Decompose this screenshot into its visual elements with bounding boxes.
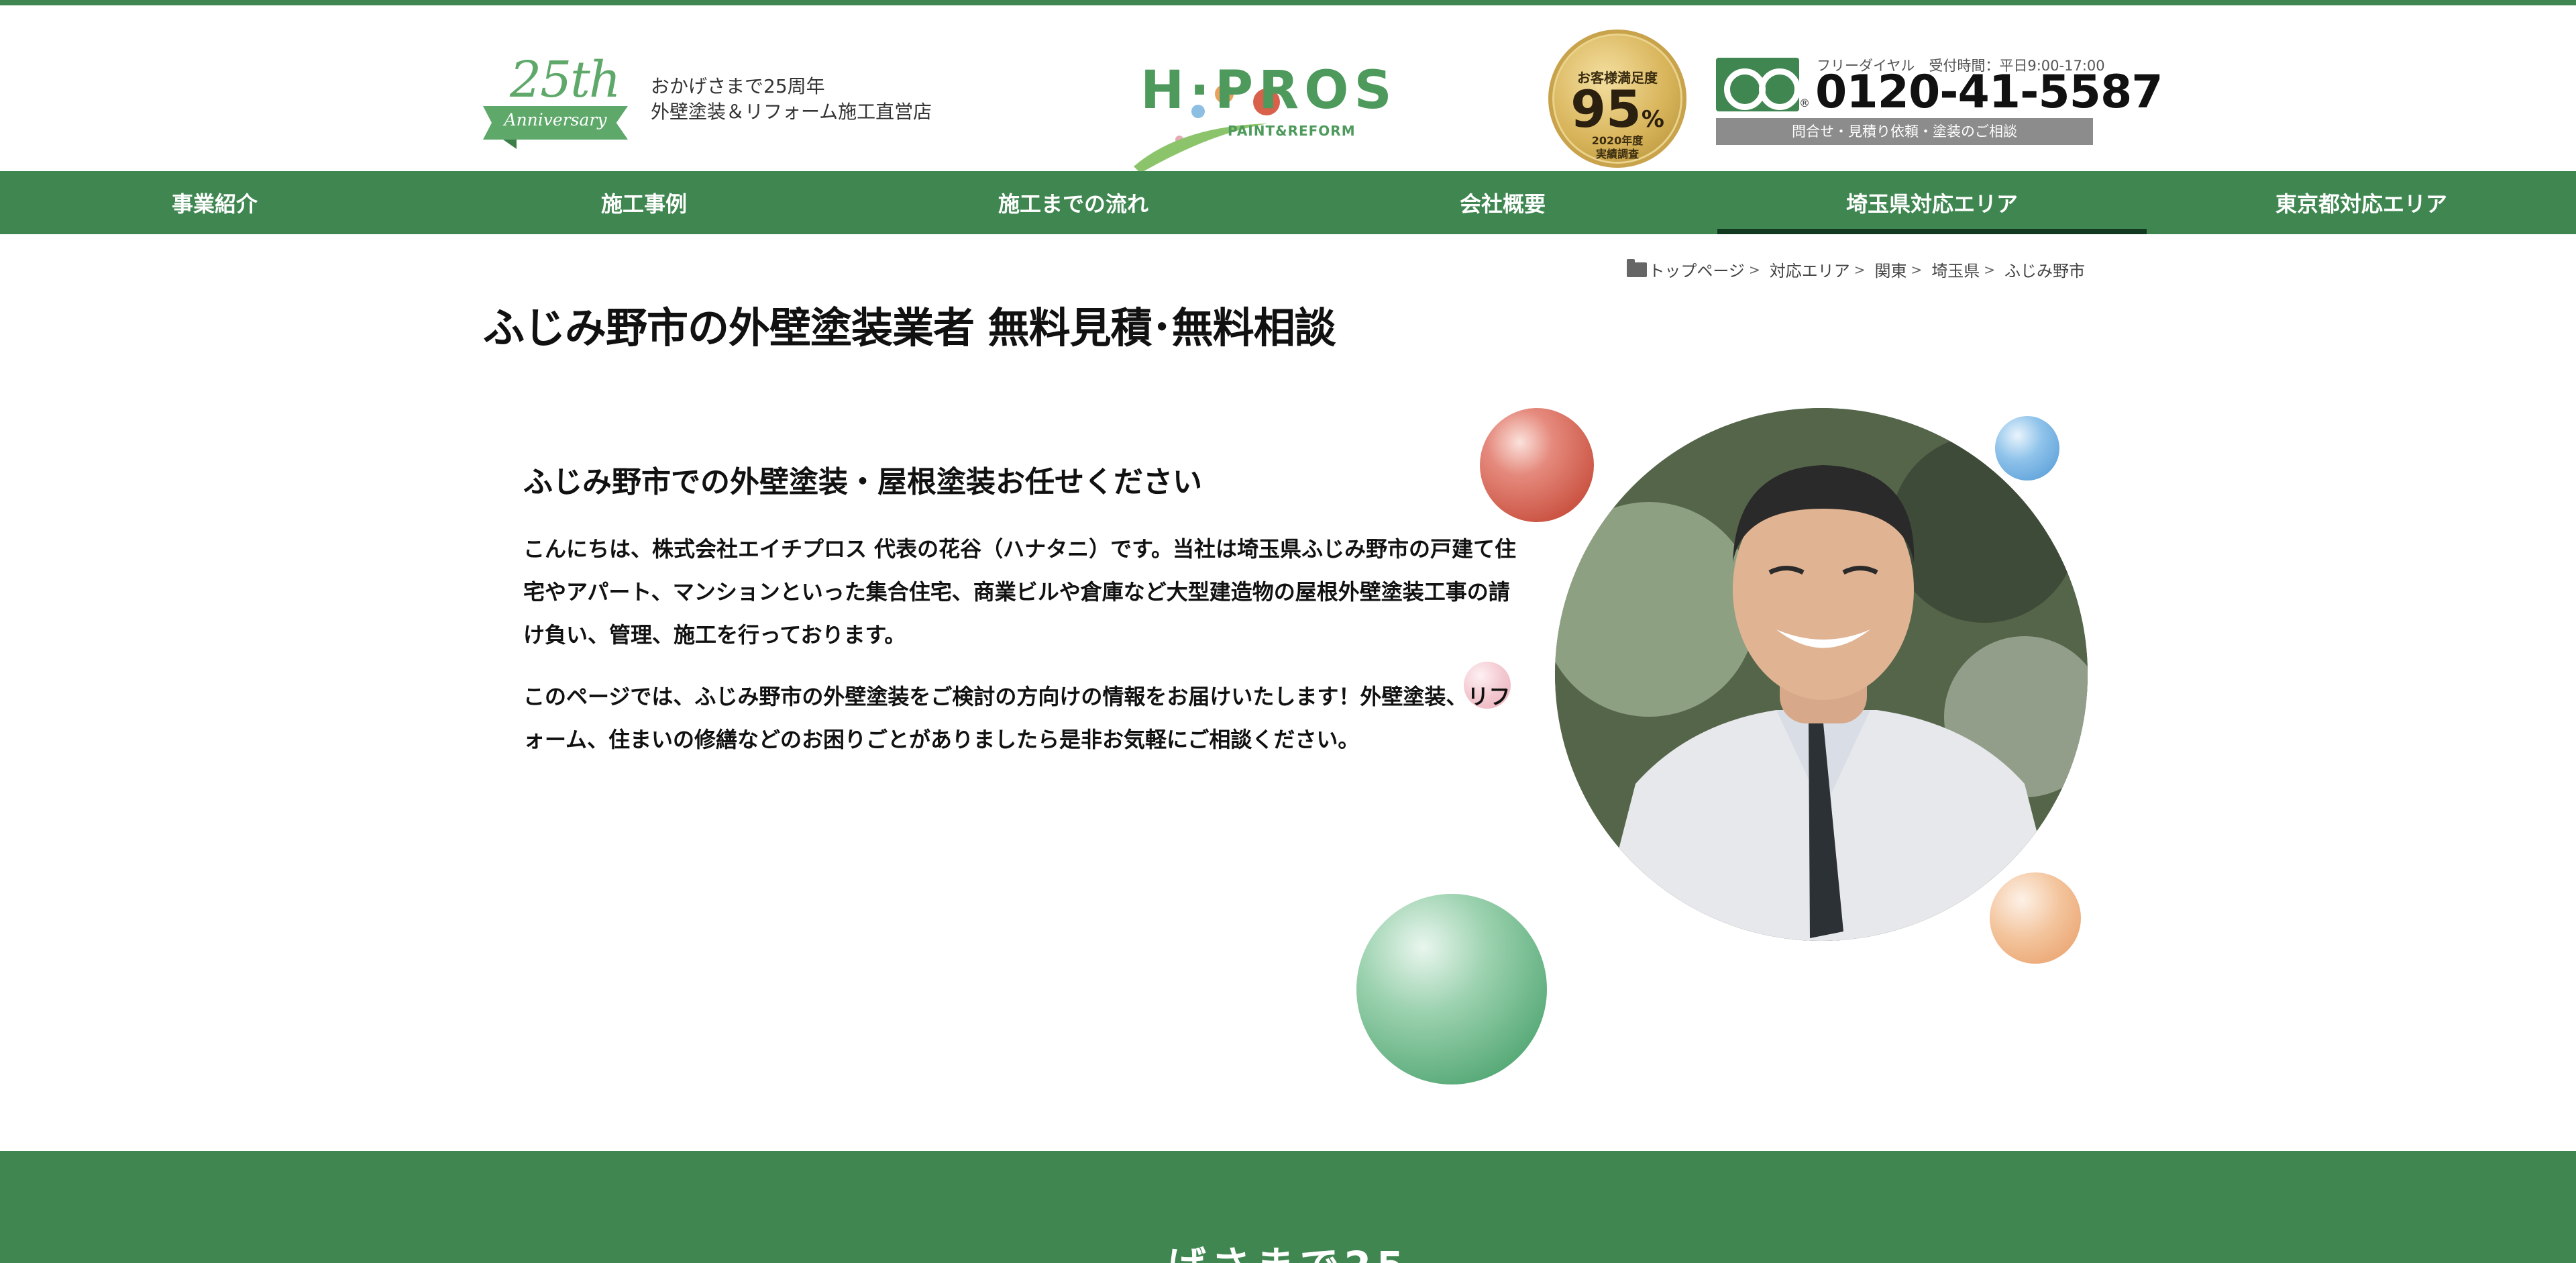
- nav-item-works[interactable]: 施工事例: [429, 171, 859, 234]
- band-heading-partial: げさまで25: [0, 1234, 2576, 1263]
- breadcrumb-top[interactable]: トップページ: [1648, 258, 1745, 281]
- decorative-green-bubble: [1356, 894, 1547, 1084]
- anniversary-ribbon-tail: [503, 140, 517, 149]
- intro-paragraph-2: このページでは、ふじみ野市の外壁塗装をご検討の方向けの情報をお届けいたします！外…: [523, 684, 1511, 752]
- phone-number[interactable]: 0120-41-5587: [1815, 66, 2163, 119]
- logo-subtext: PAINT&REFORM: [1228, 123, 1356, 139]
- folder-icon: [1627, 258, 1648, 277]
- breadcrumb-area[interactable]: 対応エリア: [1770, 258, 1850, 281]
- badge-footnote: 2020年度 実績調査: [1591, 134, 1644, 160]
- nav-item-tokyo-area[interactable]: 東京都対応エリア: [2147, 171, 2576, 234]
- tagline-line-1: おかげさまで25周年: [651, 75, 825, 97]
- site-header: 25th Anniversary おかげさまで25周年 外壁塗装＆リフォーム施工…: [0, 5, 2576, 173]
- decorative-orange-bubble: [1990, 872, 2081, 964]
- anniversary-word: Anniversary: [504, 110, 607, 130]
- intro-heading: ふじみ野市での外壁塗装・屋根塗装お任せください: [523, 465, 1202, 499]
- header-tagline: おかげさまで25周年 外壁塗装＆リフォーム施工直営店: [651, 74, 932, 125]
- intro-paragraph-1: こんにちは、株式会社エイチプロス 代表の花谷（ハナタニ）です。当社は埼玉県ふじみ…: [523, 536, 1516, 648]
- top-accent-line: [0, 0, 2576, 5]
- badge-value: 95%: [1570, 79, 1664, 139]
- satisfaction-badge: お客様満足度 95% 2020年度 実績調査: [1548, 30, 1686, 168]
- tagline-line-2: 外壁塗装＆リフォーム施工直営店: [651, 101, 932, 123]
- free-dial-icon: [1716, 58, 1801, 111]
- decorative-red-bubble: [1480, 408, 1594, 522]
- free-dial-contact[interactable]: ® フリーダイヤル 受付時間：平日9:00-17:00 0120-41-5587…: [1716, 52, 2163, 146]
- portrait-illustration: [1555, 408, 2088, 941]
- free-dial-registered-mark: ®: [1799, 97, 1810, 109]
- nav-item-business[interactable]: 事業紹介: [0, 171, 429, 234]
- breadcrumb-current: ふじみ野市: [2004, 262, 2085, 281]
- page-title: ふじみ野市の外壁塗装業者 無料見積･無料相談: [483, 303, 1336, 352]
- decorative-blue-bubble: [1995, 416, 2059, 481]
- nav-item-saitama-area[interactable]: 埼玉県対応エリア: [1717, 171, 2147, 234]
- anniversary-number: 25th: [510, 51, 621, 109]
- nav-item-flow[interactable]: 施工までの流れ: [859, 171, 1288, 234]
- site-logo[interactable]: H·PROS PAINT&REFORM: [1127, 26, 1392, 173]
- phone-inquiry-bar[interactable]: 問合せ・見積り依頼・塗装のご相談: [1716, 118, 2093, 145]
- global-nav: 事業紹介 施工事例 施工までの流れ 会社概要 埼玉県対応エリア 東京都対応エリア: [0, 171, 2576, 234]
- breadcrumb-saitama[interactable]: 埼玉県: [1931, 258, 1980, 281]
- logo-text: H·PROS: [1140, 60, 1397, 121]
- breadcrumb-kanto[interactable]: 関東: [1874, 258, 1907, 281]
- nav-item-company[interactable]: 会社概要: [1288, 171, 1717, 234]
- anniversary-emblem: 25th Anniversary: [483, 51, 631, 150]
- representative-portrait: [1555, 408, 2088, 941]
- green-section-band: げさまで25: [0, 1151, 2576, 1263]
- breadcrumb: トップページ > 対応エリア > 関東 > 埼玉県 > ふじみ野市: [1627, 258, 2085, 281]
